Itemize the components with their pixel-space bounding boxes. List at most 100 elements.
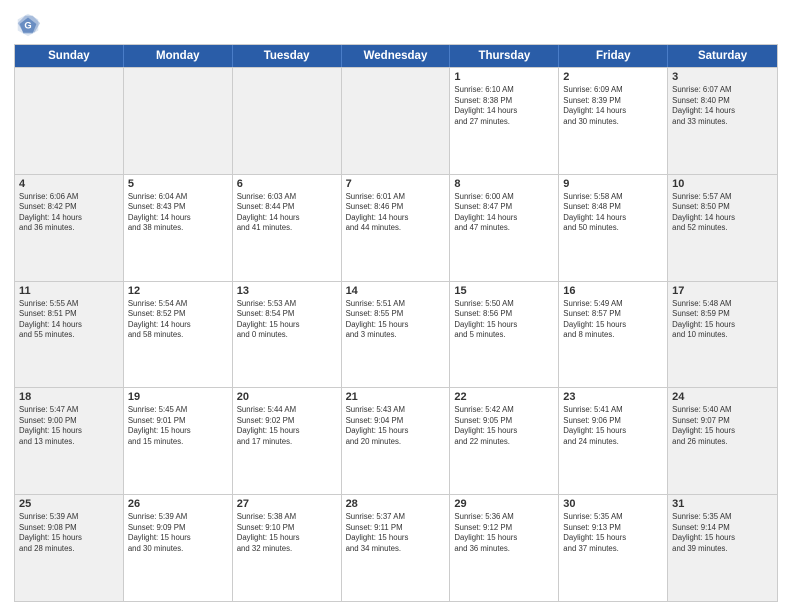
day-info: Sunrise: 5:49 AM Sunset: 8:57 PM Dayligh… (563, 299, 663, 341)
cal-cell-30: 30Sunrise: 5:35 AM Sunset: 9:13 PM Dayli… (559, 495, 668, 601)
day-info: Sunrise: 5:55 AM Sunset: 8:51 PM Dayligh… (19, 299, 119, 341)
cal-cell-11: 11 Sunrise: 5:55 AM Sunset: 8:51 PM Dayli… (15, 282, 124, 388)
day-number: 8 (454, 178, 554, 190)
day-info: Sunrise: 6:07 AM Sunset: 8:40 PM Dayligh… (672, 85, 773, 127)
day-info: Sunrise: 5:40 AM Sunset: 9:07 PM Dayligh… (672, 405, 773, 447)
day-info: Sunrise: 6:03 AM Sunset: 8:44 PM Dayligh… (237, 192, 337, 234)
day-number: 6 (237, 178, 337, 190)
day-info: Sunrise: 6:10 AM Sunset: 8:38 PM Dayligh… (454, 85, 554, 127)
cal-cell-28: 28Sunrise: 5:37 AM Sunset: 9:11 PM Dayli… (342, 495, 451, 601)
cal-cell-14: 14 Sunrise: 5:51 AM Sunset: 8:55 PM Dayli… (342, 282, 451, 388)
day-info: Sunrise: 5:36 AM Sunset: 9:12 PM Dayligh… (454, 512, 554, 554)
day-info: Sunrise: 5:42 AM Sunset: 9:05 PM Dayligh… (454, 405, 554, 447)
day-number: 18 (19, 391, 119, 403)
day-number: 10 (672, 178, 773, 190)
day-info: Sunrise: 6:00 AM Sunset: 8:47 PM Dayligh… (454, 192, 554, 234)
day-info: Sunrise: 5:41 AM Sunset: 9:06 PM Dayligh… (563, 405, 663, 447)
cal-cell-empty-0-0 (15, 68, 124, 174)
logo-icon: G (14, 10, 42, 38)
cal-cell-5: 5 Sunrise: 6:04 AM Sunset: 8:43 PM Daylig… (124, 175, 233, 281)
cal-cell-6: 6 Sunrise: 6:03 AM Sunset: 8:44 PM Daylig… (233, 175, 342, 281)
day-number: 19 (128, 391, 228, 403)
cal-cell-3: 3 Sunrise: 6:07 AM Sunset: 8:40 PM Daylig… (668, 68, 777, 174)
day-number: 5 (128, 178, 228, 190)
day-number: 15 (454, 285, 554, 297)
day-number: 7 (346, 178, 446, 190)
calendar-row-0: 1Sunrise: 6:10 AM Sunset: 8:38 PM Daylig… (15, 67, 777, 174)
day-info: Sunrise: 5:53 AM Sunset: 8:54 PM Dayligh… (237, 299, 337, 341)
cal-cell-12: 12Sunrise: 5:54 AM Sunset: 8:52 PM Dayli… (124, 282, 233, 388)
day-number: 3 (672, 71, 773, 83)
header-day-saturday: Saturday (668, 45, 777, 67)
day-info: Sunrise: 5:48 AM Sunset: 8:59 PM Dayligh… (672, 299, 773, 341)
cal-cell-empty-0-2 (233, 68, 342, 174)
cal-cell-29: 29 Sunrise: 5:36 AM Sunset: 9:12 PM Dayli… (450, 495, 559, 601)
cal-cell-15: 15 Sunrise: 5:50 AM Sunset: 8:56 PM Dayli… (450, 282, 559, 388)
day-info: Sunrise: 5:43 AM Sunset: 9:04 PM Dayligh… (346, 405, 446, 447)
day-number: 20 (237, 391, 337, 403)
day-number: 4 (19, 178, 119, 190)
cal-cell-25: 25 Sunrise: 5:39 AM Sunset: 9:08 PM Dayli… (15, 495, 124, 601)
day-number: 2 (563, 71, 663, 83)
cal-cell-7: 7Sunrise: 6:01 AM Sunset: 8:46 PM Daylig… (342, 175, 451, 281)
header-day-tuesday: Tuesday (233, 45, 342, 67)
day-info: Sunrise: 5:57 AM Sunset: 8:50 PM Dayligh… (672, 192, 773, 234)
cal-cell-26: 26Sunrise: 5:39 AM Sunset: 9:09 PM Dayli… (124, 495, 233, 601)
header-day-sunday: Sunday (15, 45, 124, 67)
day-info: Sunrise: 5:39 AM Sunset: 9:09 PM Dayligh… (128, 512, 228, 554)
day-number: 14 (346, 285, 446, 297)
header-day-wednesday: Wednesday (342, 45, 451, 67)
day-number: 23 (563, 391, 663, 403)
day-info: Sunrise: 6:06 AM Sunset: 8:42 PM Dayligh… (19, 192, 119, 234)
day-number: 31 (672, 498, 773, 510)
calendar-header: SundayMondayTuesdayWednesdayThursdayFrid… (15, 45, 777, 67)
day-info: Sunrise: 6:04 AM Sunset: 8:43 PM Dayligh… (128, 192, 228, 234)
day-info: Sunrise: 5:38 AM Sunset: 9:10 PM Dayligh… (237, 512, 337, 554)
calendar-row-2: 11 Sunrise: 5:55 AM Sunset: 8:51 PM Dayli… (15, 281, 777, 388)
cal-cell-empty-0-3 (342, 68, 451, 174)
cal-cell-23: 23 Sunrise: 5:41 AM Sunset: 9:06 PM Dayli… (559, 388, 668, 494)
cal-cell-empty-0-1 (124, 68, 233, 174)
calendar-row-3: 18 Sunrise: 5:47 AM Sunset: 9:00 PM Dayli… (15, 387, 777, 494)
day-info: Sunrise: 5:47 AM Sunset: 9:00 PM Dayligh… (19, 405, 119, 447)
day-number: 16 (563, 285, 663, 297)
cal-cell-27: 27 Sunrise: 5:38 AM Sunset: 9:10 PM Dayli… (233, 495, 342, 601)
cal-cell-8: 8 Sunrise: 6:00 AM Sunset: 8:47 PM Daylig… (450, 175, 559, 281)
day-number: 17 (672, 285, 773, 297)
day-number: 11 (19, 285, 119, 297)
cal-cell-19: 19 Sunrise: 5:45 AM Sunset: 9:01 PM Dayli… (124, 388, 233, 494)
day-number: 29 (454, 498, 554, 510)
day-info: Sunrise: 5:58 AM Sunset: 8:48 PM Dayligh… (563, 192, 663, 234)
day-number: 25 (19, 498, 119, 510)
day-number: 13 (237, 285, 337, 297)
day-number: 9 (563, 178, 663, 190)
day-info: Sunrise: 5:35 AM Sunset: 9:14 PM Dayligh… (672, 512, 773, 554)
logo: G (14, 10, 44, 38)
cal-cell-2: 2 Sunrise: 6:09 AM Sunset: 8:39 PM Daylig… (559, 68, 668, 174)
svg-text:G: G (24, 21, 31, 31)
calendar-row-1: 4 Sunrise: 6:06 AM Sunset: 8:42 PM Daylig… (15, 174, 777, 281)
cal-cell-22: 22Sunrise: 5:42 AM Sunset: 9:05 PM Dayli… (450, 388, 559, 494)
calendar: SundayMondayTuesdayWednesdayThursdayFrid… (14, 44, 778, 602)
day-info: Sunrise: 6:09 AM Sunset: 8:39 PM Dayligh… (563, 85, 663, 127)
cal-cell-21: 21 Sunrise: 5:43 AM Sunset: 9:04 PM Dayli… (342, 388, 451, 494)
cal-cell-17: 17 Sunrise: 5:48 AM Sunset: 8:59 PM Dayli… (668, 282, 777, 388)
day-info: Sunrise: 5:35 AM Sunset: 9:13 PM Dayligh… (563, 512, 663, 554)
day-info: Sunrise: 5:45 AM Sunset: 9:01 PM Dayligh… (128, 405, 228, 447)
day-info: Sunrise: 5:37 AM Sunset: 9:11 PM Dayligh… (346, 512, 446, 554)
cal-cell-1: 1Sunrise: 6:10 AM Sunset: 8:38 PM Daylig… (450, 68, 559, 174)
header-day-friday: Friday (559, 45, 668, 67)
day-info: Sunrise: 5:39 AM Sunset: 9:08 PM Dayligh… (19, 512, 119, 554)
day-number: 21 (346, 391, 446, 403)
cal-cell-24: 24Sunrise: 5:40 AM Sunset: 9:07 PM Dayli… (668, 388, 777, 494)
header: G (14, 10, 778, 38)
cal-cell-10: 10 Sunrise: 5:57 AM Sunset: 8:50 PM Dayli… (668, 175, 777, 281)
cal-cell-31: 31 Sunrise: 5:35 AM Sunset: 9:14 PM Dayli… (668, 495, 777, 601)
day-info: Sunrise: 5:50 AM Sunset: 8:56 PM Dayligh… (454, 299, 554, 341)
cal-cell-20: 20Sunrise: 5:44 AM Sunset: 9:02 PM Dayli… (233, 388, 342, 494)
cal-cell-13: 13 Sunrise: 5:53 AM Sunset: 8:54 PM Dayli… (233, 282, 342, 388)
cal-cell-4: 4 Sunrise: 6:06 AM Sunset: 8:42 PM Daylig… (15, 175, 124, 281)
day-number: 27 (237, 498, 337, 510)
cal-cell-16: 16 Sunrise: 5:49 AM Sunset: 8:57 PM Dayli… (559, 282, 668, 388)
day-info: Sunrise: 5:51 AM Sunset: 8:55 PM Dayligh… (346, 299, 446, 341)
